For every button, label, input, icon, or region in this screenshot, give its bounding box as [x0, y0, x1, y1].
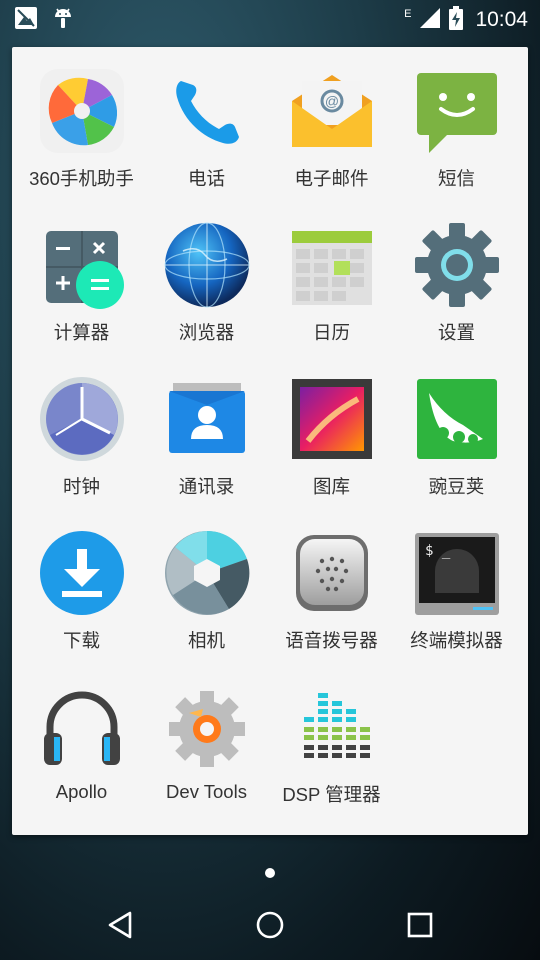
app-voice-dialer[interactable]: 语音拨号器 — [269, 509, 394, 651]
app-label: 豌豆荚 — [428, 476, 485, 497]
app-label: 日历 — [312, 322, 350, 343]
app-gallery[interactable]: 图库 — [269, 355, 394, 497]
dsp-manager-icon — [304, 693, 370, 758]
app-360-assistant[interactable]: 360手机助手 — [19, 47, 144, 189]
app-apollo[interactable]: Apollo — [19, 663, 144, 803]
network-type: E — [404, 8, 412, 20]
app-phone[interactable]: 电话 — [144, 47, 269, 189]
app-label: 计算器 — [53, 322, 110, 343]
calculator-icon — [46, 231, 124, 309]
app-label: 360手机助手 — [29, 168, 134, 189]
app-dsp-manager[interactable]: DSP 管理器 — [269, 663, 394, 805]
contacts-icon — [169, 383, 245, 453]
camera-icon — [165, 530, 250, 615]
app-label: 时钟 — [62, 476, 100, 497]
app-calendar[interactable]: 日历 — [269, 201, 394, 343]
android-debug-icon — [52, 6, 74, 34]
svg-text:@: @ — [325, 93, 339, 109]
signal-icon — [419, 7, 441, 33]
sms-icon — [417, 73, 497, 153]
calendar-icon — [292, 231, 372, 305]
app-sms[interactable]: 短信 — [394, 47, 519, 189]
app-calculator[interactable]: 计算器 — [19, 201, 144, 343]
app-contacts[interactable]: 通讯录 — [144, 355, 269, 497]
app-wandoujia[interactable]: 豌豆荚 — [394, 355, 519, 497]
svg-text:$ _: $ _ — [425, 543, 451, 559]
page-indicator-dot — [265, 868, 275, 878]
app-label: Apollo — [55, 781, 108, 802]
app-label: 相机 — [187, 630, 225, 651]
recents-button[interactable] — [400, 905, 440, 945]
app-label: DSP 管理器 — [282, 784, 381, 805]
clock-icon — [40, 377, 124, 461]
app-label: 浏览器 — [178, 322, 235, 343]
navigation-bar — [0, 885, 540, 960]
email-icon: @ — [292, 75, 372, 147]
settings-icon — [415, 223, 499, 307]
app-label: 设置 — [437, 322, 475, 343]
screenshot-icon — [14, 6, 38, 34]
app-drawer: 360手机助手 电话 @ 电子邮件 短信 计算器 浏览器 日历 设置 时钟 通讯… — [12, 47, 528, 835]
app-camera[interactable]: 相机 — [144, 509, 269, 651]
app-label: 下载 — [62, 630, 100, 651]
terminal-icon: $ _ — [415, 533, 499, 615]
app-download[interactable]: 下载 — [19, 509, 144, 651]
app-label: 通讯录 — [178, 476, 235, 497]
home-button[interactable] — [250, 905, 290, 945]
download-icon — [40, 531, 124, 615]
back-button[interactable] — [100, 905, 140, 945]
browser-icon — [164, 222, 250, 308]
gallery-icon — [292, 379, 372, 459]
app-browser[interactable]: 浏览器 — [144, 201, 269, 343]
clock-text: 10:04 — [475, 8, 528, 31]
app-label: Dev Tools — [166, 781, 247, 802]
app-label: 终端模拟器 — [410, 630, 503, 651]
app-settings[interactable]: 设置 — [394, 201, 519, 343]
app-label: 电话 — [187, 168, 225, 189]
app-clock[interactable]: 时钟 — [19, 355, 144, 497]
app-terminal[interactable]: $ _ 终端模拟器 — [394, 509, 519, 651]
voice-dialer-icon — [296, 535, 368, 611]
apollo-headphones-icon — [44, 691, 120, 765]
app-label: 语音拨号器 — [285, 630, 378, 651]
app-label: 图库 — [312, 476, 350, 497]
app-label: 电子邮件 — [294, 168, 369, 189]
battery-charging-icon — [449, 6, 464, 34]
dev-tools-icon — [169, 691, 245, 767]
app-email[interactable]: @ 电子邮件 — [269, 47, 394, 189]
status-bar: E 10:04 — [0, 0, 540, 36]
app-label: 短信 — [437, 168, 475, 189]
home-icon — [256, 911, 284, 939]
back-icon — [108, 911, 132, 939]
wandoujia-icon — [417, 379, 497, 459]
360-assistant-icon — [40, 69, 124, 153]
app-dev-tools[interactable]: Dev Tools — [144, 663, 269, 803]
phone-icon — [176, 81, 239, 144]
recents-icon — [407, 912, 433, 938]
